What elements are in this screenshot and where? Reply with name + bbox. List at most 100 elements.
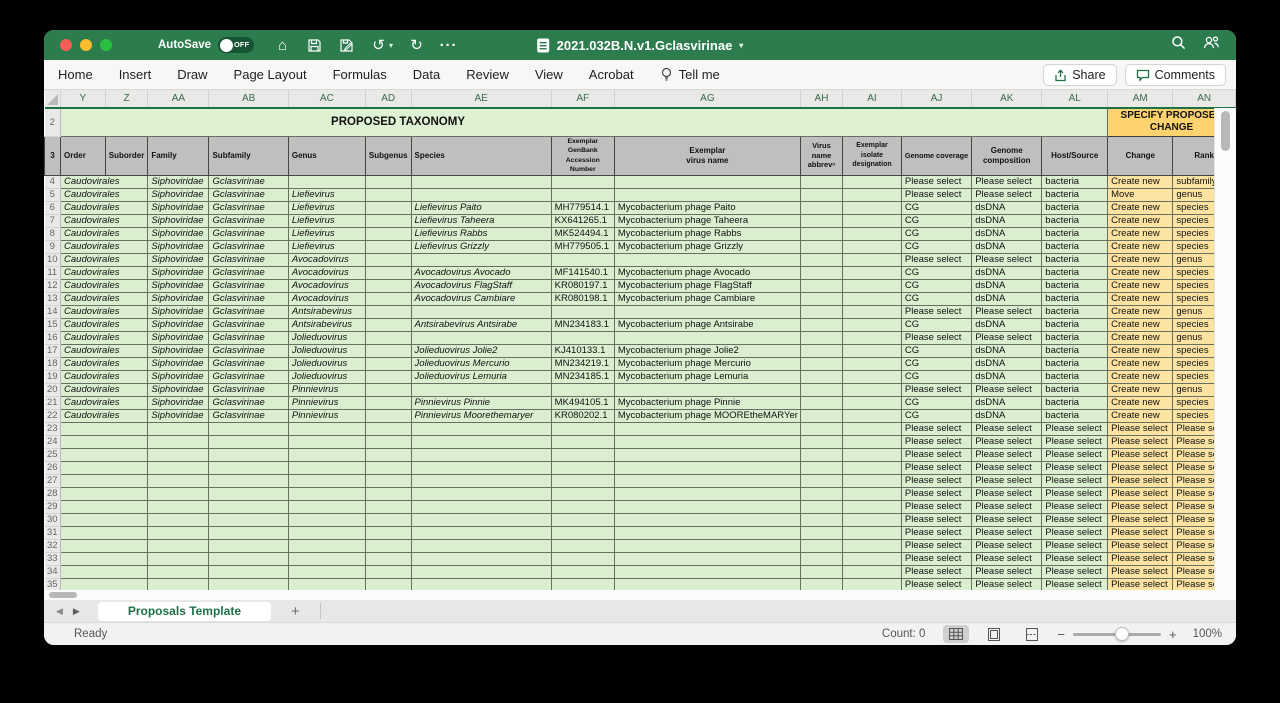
cell[interactable]: Create new — [1108, 240, 1173, 253]
cell[interactable]: Caudovirales — [61, 396, 148, 409]
cell[interactable]: Mycobacterium phage MOOREtheMARYer — [614, 409, 800, 422]
cell[interactable]: Gclasvirinae — [209, 279, 288, 292]
cell[interactable] — [365, 279, 411, 292]
cell[interactable]: Please select — [901, 474, 971, 487]
cell[interactable] — [288, 474, 365, 487]
select-all-corner[interactable] — [45, 90, 61, 108]
cell[interactable]: CG — [901, 396, 971, 409]
cell[interactable] — [551, 253, 614, 266]
cell[interactable]: Mycobacterium phage Lemuria — [614, 370, 800, 383]
cell[interactable]: Please select — [972, 552, 1042, 565]
ribbon-tab-formulas[interactable]: Formulas — [333, 67, 387, 82]
horizontal-scrollbar-thumb[interactable] — [49, 592, 77, 598]
cell[interactable]: Please select — [1042, 578, 1108, 590]
column-header-Z[interactable]: Z — [105, 90, 148, 108]
cell[interactable] — [411, 578, 551, 590]
cell[interactable] — [148, 513, 209, 526]
cell[interactable] — [365, 214, 411, 227]
cell[interactable]: KJ410133.1 — [551, 344, 614, 357]
cell[interactable] — [365, 565, 411, 578]
cell[interactable] — [411, 513, 551, 526]
table-header-subgenus[interactable]: Subgenus — [365, 136, 411, 175]
cell[interactable]: Gclasvirinae — [209, 396, 288, 409]
cell[interactable] — [614, 513, 800, 526]
row-header[interactable]: 19 — [45, 370, 61, 383]
cell[interactable] — [843, 500, 902, 513]
cell[interactable]: Please select — [901, 513, 971, 526]
cell[interactable] — [411, 461, 551, 474]
cell[interactable]: Caudovirales — [61, 188, 148, 201]
cell[interactable] — [61, 552, 148, 565]
cell[interactable] — [411, 188, 551, 201]
table-header-exemplar[interactable]: Exemplar isolate designation — [843, 136, 902, 175]
cell[interactable] — [843, 565, 902, 578]
cell[interactable]: Please select — [901, 422, 971, 435]
cell[interactable]: Please select — [1042, 513, 1108, 526]
cell[interactable]: bacteria — [1042, 266, 1108, 279]
cell[interactable] — [61, 500, 148, 513]
table-header-subfamily[interactable]: Subfamily — [209, 136, 288, 175]
cell[interactable]: Please select — [1042, 539, 1108, 552]
cell[interactable]: Create new — [1108, 357, 1173, 370]
cell[interactable]: Mycobacterium phage Paito — [614, 201, 800, 214]
cell[interactable]: Mycobacterium phage Antsirabe — [614, 318, 800, 331]
cell[interactable]: KR080197.1 — [551, 279, 614, 292]
cell[interactable] — [843, 292, 902, 305]
cell[interactable]: CG — [901, 266, 971, 279]
cell[interactable] — [551, 305, 614, 318]
cell[interactable]: dsDNA — [972, 292, 1042, 305]
cell[interactable]: CG — [901, 370, 971, 383]
cell[interactable] — [551, 578, 614, 590]
cell[interactable] — [288, 513, 365, 526]
cell[interactable] — [800, 422, 842, 435]
cell[interactable]: bacteria — [1042, 201, 1108, 214]
column-header-AG[interactable]: AG — [614, 90, 800, 108]
row-header[interactable]: 16 — [45, 331, 61, 344]
row-header[interactable]: 28 — [45, 487, 61, 500]
cell[interactable]: Caudovirales — [61, 331, 148, 344]
cell[interactable] — [800, 201, 842, 214]
cell[interactable]: Please select — [972, 435, 1042, 448]
cell[interactable]: dsDNA — [972, 344, 1042, 357]
cell[interactable]: Avocadovirus Avocado — [411, 266, 551, 279]
cell[interactable] — [411, 422, 551, 435]
cell[interactable]: Please select — [1108, 487, 1173, 500]
cell[interactable] — [288, 552, 365, 565]
cell[interactable] — [61, 461, 148, 474]
cell[interactable] — [411, 526, 551, 539]
cell[interactable]: CG — [901, 279, 971, 292]
cell[interactable]: bacteria — [1042, 279, 1108, 292]
cell[interactable]: Caudovirales — [61, 214, 148, 227]
cell[interactable] — [365, 474, 411, 487]
cell[interactable]: Siphoviridae — [148, 318, 209, 331]
cell[interactable] — [411, 435, 551, 448]
cell[interactable]: dsDNA — [972, 279, 1042, 292]
cell[interactable] — [551, 526, 614, 539]
cell[interactable] — [551, 487, 614, 500]
cell[interactable] — [800, 500, 842, 513]
cell[interactable] — [551, 422, 614, 435]
cell[interactable] — [614, 526, 800, 539]
cell[interactable] — [411, 487, 551, 500]
cell[interactable]: dsDNA — [972, 370, 1042, 383]
cell[interactable] — [800, 578, 842, 590]
cell[interactable] — [843, 240, 902, 253]
cell[interactable] — [800, 279, 842, 292]
cell[interactable]: Siphoviridae — [148, 396, 209, 409]
autosave-toggle[interactable]: OFF — [218, 37, 254, 53]
cell[interactable] — [843, 487, 902, 500]
cell[interactable] — [209, 461, 288, 474]
minimize-window-button[interactable] — [80, 39, 92, 51]
cell[interactable] — [800, 318, 842, 331]
cell[interactable]: MK494105.1 — [551, 396, 614, 409]
cell[interactable] — [411, 448, 551, 461]
cell[interactable]: CG — [901, 214, 971, 227]
cell[interactable]: Please select — [972, 526, 1042, 539]
cell[interactable] — [614, 539, 800, 552]
row-header[interactable]: 9 — [45, 240, 61, 253]
cell[interactable] — [365, 370, 411, 383]
row-header[interactable]: 35 — [45, 578, 61, 590]
cell[interactable] — [614, 552, 800, 565]
cell[interactable]: Please select — [1108, 474, 1173, 487]
column-header-AN[interactable]: AN — [1173, 90, 1236, 108]
